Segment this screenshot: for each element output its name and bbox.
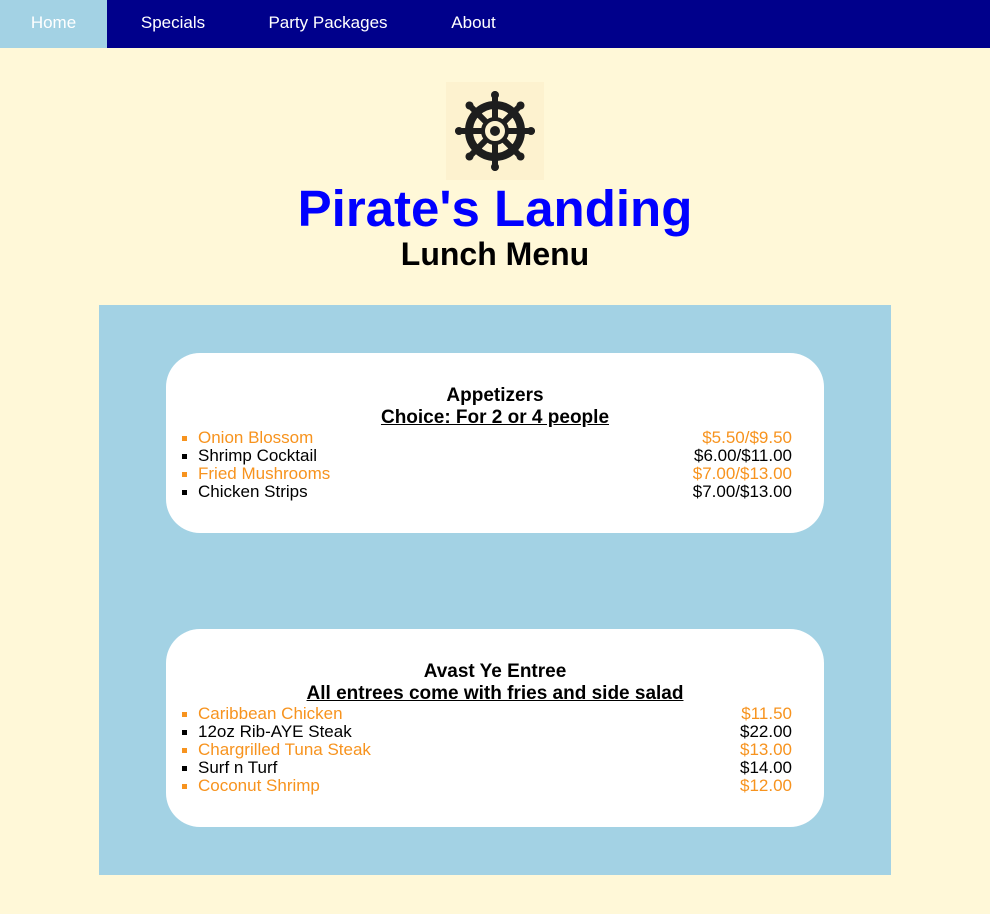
section-subtitle: Choice: For 2 or 4 people — [380, 407, 610, 428]
page-title: Pirate's Landing — [297, 180, 693, 237]
menu-item: 12oz Rib-AYE Steak $22.00 — [182, 723, 792, 741]
item-price: $7.00/$13.00 — [692, 482, 792, 501]
nav-home-link[interactable]: Home — [0, 0, 107, 48]
bullet-icon — [182, 490, 187, 495]
item-price: $22.00 — [740, 722, 792, 741]
section-subtitle: All entrees come with fries and side sal… — [306, 683, 684, 704]
item-name: Onion Blossom — [198, 428, 314, 447]
nav-party-packages-link[interactable]: Party Packages — [239, 0, 417, 48]
item-name: Coconut Shrimp — [198, 776, 320, 795]
menu-list: Caribbean Chicken $11.50 12oz Rib-AYE St… — [166, 705, 824, 795]
menu-item: Fried Mushrooms $7.00/$13.00 — [182, 465, 792, 483]
bullet-icon — [182, 436, 187, 441]
top-nav: Home Specials Party Packages About — [0, 0, 990, 48]
menu-item: Chicken Strips $7.00/$13.00 — [182, 483, 792, 501]
item-price: $6.00/$11.00 — [694, 446, 792, 465]
item-price: $13.00 — [740, 740, 792, 759]
appetizers-card: Appetizers Choice: For 2 or 4 people Oni… — [166, 353, 824, 533]
item-price: $5.50/$9.50 — [702, 428, 792, 447]
menu-list: Onion Blossom $5.50/$9.50 Shrimp Cocktai… — [166, 429, 824, 501]
entree-card: Avast Ye Entree All entrees come with fr… — [166, 629, 824, 827]
item-price: $12.00 — [740, 776, 792, 795]
nav-about-link[interactable]: About — [417, 0, 530, 48]
menu-item: Chargrilled Tuna Steak $13.00 — [182, 741, 792, 759]
item-price: $11.50 — [741, 704, 792, 723]
bullet-icon — [182, 730, 187, 735]
item-name: Surf n Turf — [198, 758, 278, 777]
section-title: Avast Ye Entree — [423, 661, 567, 682]
bullet-icon — [182, 472, 187, 477]
bullet-icon — [182, 454, 187, 459]
item-name: Caribbean Chicken — [198, 704, 343, 723]
item-name: Chicken Strips — [198, 482, 308, 501]
section-title: Appetizers — [446, 385, 544, 406]
bullet-icon — [182, 712, 187, 717]
ship-wheel-icon — [446, 82, 544, 180]
menu-item: Surf n Turf $14.00 — [182, 759, 792, 777]
item-name: Fried Mushrooms — [198, 464, 331, 483]
item-name: Shrimp Cocktail — [198, 446, 318, 465]
menu-item: Onion Blossom $5.50/$9.50 — [182, 429, 792, 447]
item-name: Chargrilled Tuna Steak — [198, 740, 371, 759]
menu-item: Shrimp Cocktail $6.00/$11.00 — [182, 447, 792, 465]
item-name: 12oz Rib-AYE Steak — [198, 722, 352, 741]
item-price: $7.00/$13.00 — [692, 464, 792, 483]
bullet-icon — [182, 748, 187, 753]
menu-item: Coconut Shrimp $12.00 — [182, 777, 792, 795]
menu-item: Caribbean Chicken $11.50 — [182, 705, 792, 723]
item-price: $14.00 — [740, 758, 792, 777]
nav-specials-link[interactable]: Specials — [107, 0, 239, 48]
bullet-icon — [182, 766, 187, 771]
page-subtitle: Lunch Menu — [400, 236, 590, 272]
bullet-icon — [182, 784, 187, 789]
menu-panel: Appetizers Choice: For 2 or 4 people Oni… — [99, 305, 891, 875]
